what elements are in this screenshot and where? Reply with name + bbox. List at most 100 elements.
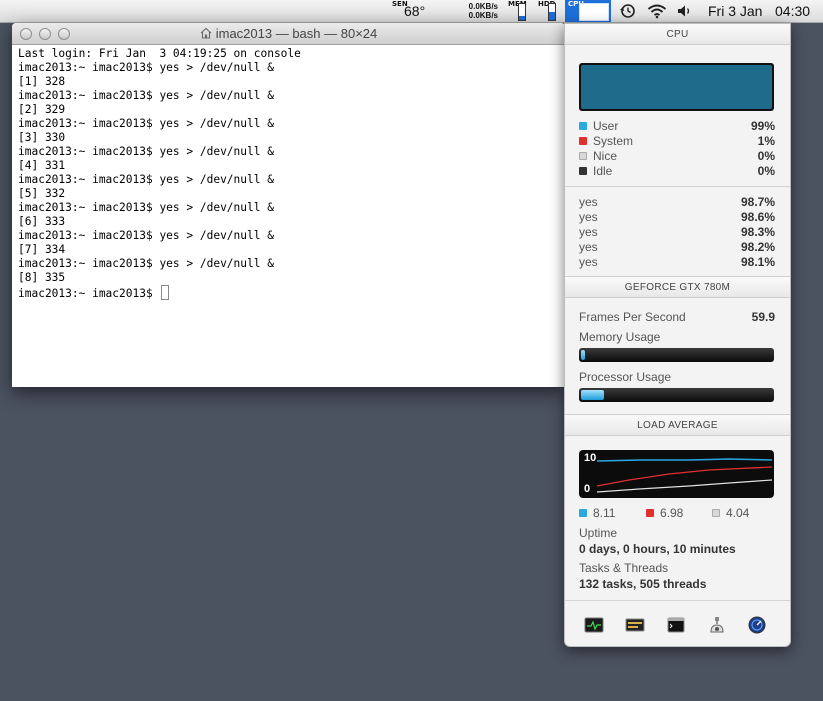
cpu-legend-user: User 99% <box>579 119 775 134</box>
hdd-label: HDD <box>538 0 556 8</box>
istat-dropdown-panel: CPU User 99% System 1% Nice 0% Idle 0% y… <box>564 23 791 647</box>
cpu-legend-idle: Idle 0% <box>579 164 775 179</box>
divider <box>565 186 790 187</box>
terminal-output[interactable]: Last login: Fri Jan 3 04:19:25 on consol… <box>12 45 565 303</box>
divider <box>565 600 790 601</box>
terminal-line: imac2013:~ imac2013$ yes > /dev/null & <box>18 257 274 270</box>
terminal-line: [1] 328 <box>18 75 66 88</box>
load-1min-value: 8.11 <box>593 506 616 520</box>
cpu-label: CPU <box>568 0 584 8</box>
cpu-menu-item[interactable]: CPU <box>565 0 611 22</box>
process-row: yes 98.6% <box>579 210 775 225</box>
cpu-legend-value: 0% <box>757 164 775 178</box>
cpu-legend-label: System <box>593 134 634 148</box>
cpu-legend-value: 1% <box>757 134 775 148</box>
terminal-prompt: imac2013:~ imac2013$ <box>18 287 160 300</box>
memory-usage-row: Memory Usage <box>579 330 775 345</box>
mem-label: MEM <box>508 1 527 8</box>
hdd-meter[interactable] <box>548 3 556 21</box>
load-5min-swatch <box>646 509 654 517</box>
menubar-time[interactable]: 04:30 <box>775 0 810 22</box>
net-up-rate[interactable]: 0.0KB/s <box>452 2 498 11</box>
console-icon[interactable] <box>625 616 645 634</box>
gpu-processor-bar-fill <box>581 390 604 400</box>
process-cpu: 98.6% <box>740 210 775 224</box>
gpu-section-heading: GEFORCE GTX 780M <box>565 276 790 298</box>
processor-usage-row: Processor Usage <box>579 370 775 385</box>
terminal-line: [4] 331 <box>18 159 66 172</box>
cpu-legend-label: Nice <box>593 149 618 163</box>
load-legend-15min: 4.04 <box>712 506 749 521</box>
terminal-line: [8] 335 <box>18 271 66 284</box>
terminal-line: imac2013:~ imac2013$ yes > /dev/null & <box>18 89 274 102</box>
fps-row: Frames Per Second 59.9 <box>579 310 775 325</box>
terminal-cursor <box>161 285 170 300</box>
mem-meter[interactable] <box>518 3 526 21</box>
load-section-heading: LOAD AVERAGE <box>565 414 790 436</box>
process-name: yes <box>579 240 598 254</box>
process-cpu: 98.7% <box>740 195 775 209</box>
load-axis-bottom: 0 <box>584 483 591 495</box>
activity-monitor-icon[interactable] <box>584 616 604 634</box>
idle-swatch <box>579 167 587 175</box>
system-profiler-icon[interactable] <box>707 616 727 634</box>
terminal-line: imac2013:~ imac2013$ yes > /dev/null & <box>18 61 274 74</box>
cpu-section-heading: CPU <box>565 24 790 45</box>
load-graph: 10 0 <box>579 450 774 498</box>
terminal-titlebar[interactable]: imac2013 — bash — 80×24 <box>12 23 565 45</box>
time-machine-icon[interactable] <box>619 3 636 19</box>
net-down-rate[interactable]: 0.0KB/s <box>452 11 498 20</box>
load-line-5min <box>596 466 773 487</box>
terminal-line: [6] 333 <box>18 215 66 228</box>
cpu-legend-system: System 1% <box>579 134 775 149</box>
load-15min-swatch <box>712 509 720 517</box>
gpu-memory-bar-fill <box>581 350 585 360</box>
wifi-icon[interactable] <box>647 3 667 19</box>
tasks-value: 132 tasks, 505 threads <box>579 577 707 591</box>
process-cpu: 98.1% <box>740 255 775 269</box>
terminal-line: [5] 332 <box>18 187 66 200</box>
process-row: yes 98.2% <box>579 240 775 255</box>
fps-value: 59.9 <box>751 310 775 324</box>
nice-swatch <box>579 152 587 160</box>
uptime-value: 0 days, 0 hours, 10 minutes <box>579 542 736 556</box>
process-name: yes <box>579 255 598 269</box>
cpu-legend-value: 99% <box>750 119 775 133</box>
terminal-line: imac2013:~ imac2013$ yes > /dev/null & <box>18 229 274 242</box>
volume-icon[interactable] <box>677 4 693 18</box>
terminal-title-text: imac2013 — bash — 80×24 <box>215 26 378 41</box>
processor-usage-label: Processor Usage <box>579 370 672 384</box>
process-cpu: 98.3% <box>740 225 775 239</box>
terminal-window[interactable]: imac2013 — bash — 80×24 Last login: Fri … <box>12 23 565 387</box>
terminal-line: [2] 329 <box>18 103 66 116</box>
terminal-icon[interactable] <box>666 616 686 634</box>
fps-label: Frames Per Second <box>579 310 686 324</box>
process-name: yes <box>579 195 598 209</box>
gpu-memory-bar <box>579 348 774 362</box>
process-row: yes 98.3% <box>579 225 775 240</box>
process-row: yes 98.1% <box>579 255 775 270</box>
memory-usage-label: Memory Usage <box>579 330 661 344</box>
menubar-date[interactable]: Fri 3 Jan <box>708 0 762 22</box>
load-line-15min <box>596 479 773 493</box>
mem-meter-fill <box>519 16 525 20</box>
system-swatch <box>579 137 587 145</box>
terminal-title: imac2013 — bash — 80×24 <box>12 23 565 44</box>
terminal-line: imac2013:~ imac2013$ yes > /dev/null & <box>18 201 274 214</box>
terminal-line: imac2013:~ imac2013$ yes > /dev/null & <box>18 117 274 130</box>
load-legend-1min: 8.11 <box>579 506 615 521</box>
cpu-legend-value: 0% <box>757 149 775 163</box>
process-name: yes <box>579 210 598 224</box>
uptime-label: Uptime <box>579 526 618 540</box>
gpu-processor-bar <box>579 388 774 402</box>
temperature-reading[interactable]: 68° <box>404 0 425 22</box>
load-5min-value: 6.98 <box>660 506 684 520</box>
cpu-legend-label: User <box>593 119 619 133</box>
home-folder-icon <box>200 27 212 39</box>
network-utility-icon[interactable] <box>747 616 767 634</box>
hdd-meter-fill <box>549 12 555 20</box>
cpu-graph-fill <box>581 65 772 109</box>
load-line-1min <box>596 458 773 462</box>
load-1min-swatch <box>579 509 587 517</box>
terminal-line: Last login: Fri Jan 3 04:19:25 on consol… <box>18 47 301 60</box>
